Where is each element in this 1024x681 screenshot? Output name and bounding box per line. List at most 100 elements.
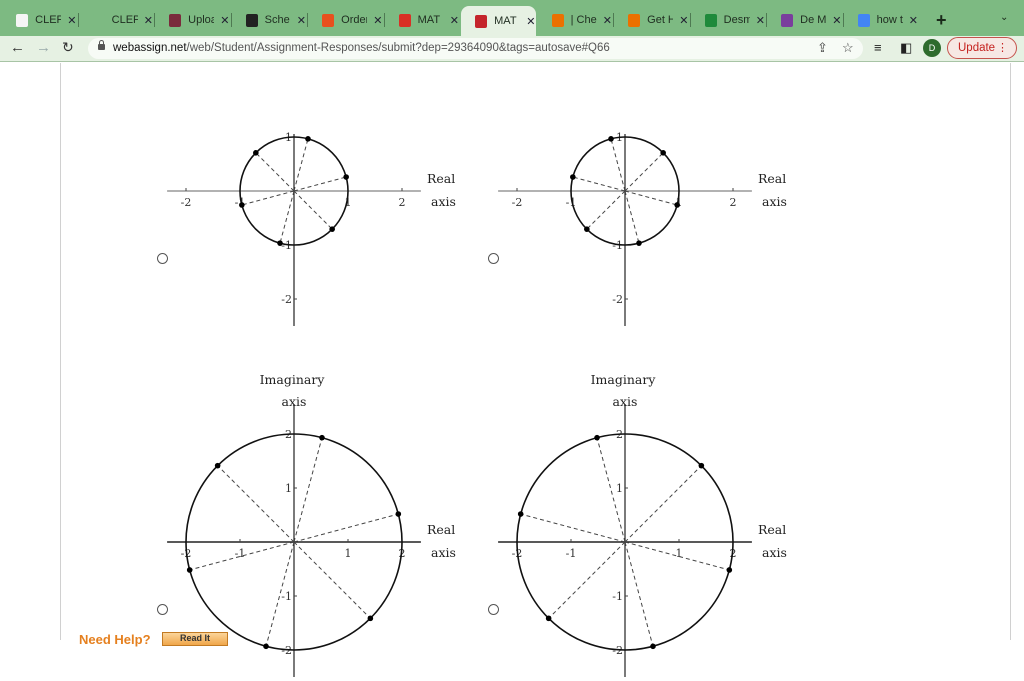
share-icon[interactable]: ⇪ xyxy=(817,40,828,56)
page-content: -2 -1 1 2 -2 -1 1 Real axis -2 -1 1 2 -2 -1 1 Real axis … xyxy=(0,63,1024,677)
y-tick-label: -1 xyxy=(281,590,292,603)
root-point xyxy=(594,434,600,441)
browser-tab[interactable]: CLEP ✕ xyxy=(2,8,77,32)
root-point xyxy=(214,462,221,469)
root-spoke xyxy=(624,465,702,543)
root-point xyxy=(395,511,402,517)
root-point xyxy=(545,615,552,622)
real-axis-label-2: axis xyxy=(431,194,456,209)
shield-icon xyxy=(92,13,105,27)
answer-radio-c[interactable] xyxy=(157,604,168,615)
real-axis-label: Real xyxy=(427,522,455,537)
root-spoke xyxy=(624,190,640,244)
x-tick-label: 2 xyxy=(730,196,737,209)
bookmark-star-icon[interactable]: ☆ xyxy=(842,40,854,56)
answer-radio-b[interactable] xyxy=(488,253,499,264)
close-tab-icon[interactable]: ✕ xyxy=(67,14,76,27)
x-tick-label: -2 xyxy=(181,196,192,209)
reload-icon[interactable]: ↻ xyxy=(62,39,74,56)
imaginary-axis-label-2: axis xyxy=(613,394,638,409)
root-spoke xyxy=(293,541,371,619)
root-point xyxy=(253,150,259,156)
root-point xyxy=(263,643,269,650)
root-point xyxy=(660,150,666,156)
root-spoke xyxy=(572,176,626,192)
root-point xyxy=(584,226,590,232)
answer-radio-d[interactable] xyxy=(488,604,499,615)
browser-tab[interactable]: how t ✕ xyxy=(844,8,918,32)
x-tick-label: -1 xyxy=(566,547,577,560)
root-point xyxy=(367,615,374,622)
x-tick-label: 2 xyxy=(399,196,406,209)
root-point xyxy=(319,434,325,441)
root-point xyxy=(698,462,705,469)
root-spoke xyxy=(624,152,664,192)
root-point xyxy=(329,226,335,232)
browser-tab[interactable]: CLEP ✕ xyxy=(79,8,153,32)
root-point xyxy=(726,567,733,573)
real-axis-label: Real xyxy=(758,171,786,186)
root-spoke xyxy=(293,190,333,230)
close-tab-icon[interactable]: ✕ xyxy=(832,14,841,27)
close-tab-icon[interactable]: ✕ xyxy=(909,14,918,27)
root-spoke xyxy=(520,513,626,543)
answer-plot-d: -2 -1 1 2-2-112RealaxisImaginaryaxis xyxy=(498,372,787,677)
back-arrow-icon[interactable]: ← xyxy=(10,39,25,56)
x-tick-label: 1 xyxy=(345,547,352,560)
reading-list-icon[interactable]: ≡ xyxy=(874,40,882,55)
root-spoke xyxy=(586,190,626,230)
imaginary-axis-label: Imaginary xyxy=(591,372,657,387)
root-point xyxy=(636,240,642,246)
root-spoke xyxy=(624,190,678,206)
x-tick-label: 1 xyxy=(676,547,683,560)
root-point xyxy=(239,202,245,208)
root-spoke xyxy=(279,190,295,244)
root-spoke xyxy=(293,138,309,192)
y-tick-label: 1 xyxy=(616,482,623,495)
imaginary-axis-label-2: axis xyxy=(282,394,307,409)
root-spoke xyxy=(217,465,295,543)
y-tick-label: -2 xyxy=(281,293,292,306)
update-button[interactable]: Update ⋮ xyxy=(947,37,1017,59)
side-panel-icon[interactable]: ◧ xyxy=(900,40,912,56)
answer-radio-a[interactable] xyxy=(157,253,168,264)
tab-title: CLEP xyxy=(111,14,138,26)
root-spoke xyxy=(610,138,626,192)
tab-search-chevron-icon[interactable]: ⌄ xyxy=(1000,12,1008,23)
x-tick-label: -2 xyxy=(512,196,523,209)
real-axis-label-2: axis xyxy=(431,545,456,560)
new-tab-button[interactable]: + xyxy=(936,10,947,31)
root-point xyxy=(343,174,349,180)
google-icon xyxy=(857,13,870,27)
y-tick-label: -2 xyxy=(612,293,623,306)
lock-icon[interactable] xyxy=(98,40,105,50)
profile-avatar[interactable]: D xyxy=(923,39,941,57)
root-spoke xyxy=(241,190,295,206)
real-axis-label: Real xyxy=(758,522,786,537)
read-it-button[interactable]: Read It xyxy=(162,632,228,646)
imaginary-axis-label: Imaginary xyxy=(260,372,326,387)
forward-arrow-icon[interactable]: → xyxy=(36,39,51,56)
answer-plot-b: -2 -1 1 2-2-11Realaxis xyxy=(498,131,787,326)
root-spoke xyxy=(293,513,399,543)
root-spoke xyxy=(293,176,347,192)
root-point xyxy=(305,136,311,142)
root-spoke xyxy=(255,152,295,192)
tab-title: CLEP xyxy=(35,14,62,26)
close-tab-icon[interactable]: ✕ xyxy=(144,14,153,27)
real-axis-label-2: axis xyxy=(762,194,787,209)
content-border-right xyxy=(1010,63,1011,640)
answer-plot-a: -2 -1 1 2-2-11Realaxis xyxy=(167,131,456,326)
root-point xyxy=(570,174,576,180)
more-menu-icon[interactable]: ⋮ xyxy=(997,41,1008,54)
root-point xyxy=(674,202,680,208)
content-border-left xyxy=(60,63,61,640)
clep-icon xyxy=(16,13,29,27)
root-spoke xyxy=(548,541,626,619)
real-axis-label: Real xyxy=(427,171,455,186)
tab-title: how t xyxy=(876,14,903,26)
root-spoke xyxy=(624,541,654,647)
y-tick-label: 1 xyxy=(285,482,292,495)
real-axis-label-2: axis xyxy=(762,545,787,560)
root-point xyxy=(186,567,193,573)
